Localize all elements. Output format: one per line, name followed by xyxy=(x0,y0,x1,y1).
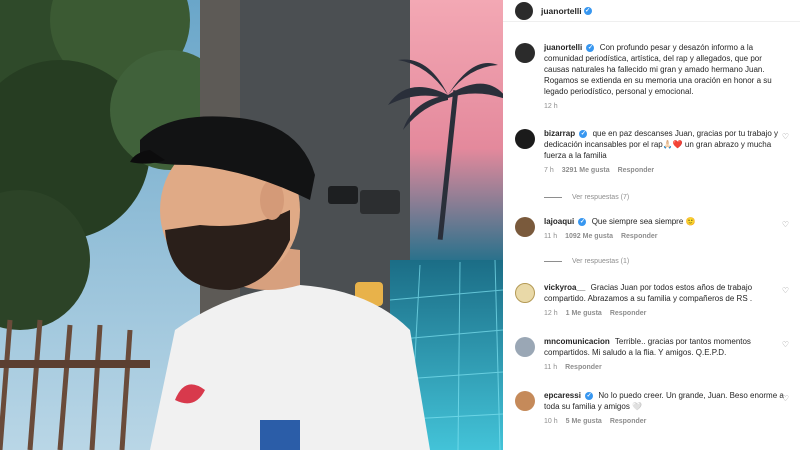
comment-item: bizarrap ✓ que en paz descanses Juan, gr… xyxy=(515,128,795,176)
comment-item: vickyroa__ Gracias Juan por todos estos … xyxy=(515,282,795,319)
author-avatar[interactable] xyxy=(515,43,535,63)
reply-button[interactable]: Responder xyxy=(621,231,658,242)
verified-badge-icon: ✓ xyxy=(578,217,587,226)
post-caption: juanortelli ✓ Con profundo pesar y desaz… xyxy=(515,42,795,112)
comment-username[interactable]: mncomunicacion xyxy=(544,337,610,346)
comments-panel: juanortelli ✓ juanortelli ✓ Con profundo … xyxy=(503,0,800,450)
post-photo xyxy=(0,0,503,450)
comment-text: Que siempre sea siempre 🙂 xyxy=(591,217,696,226)
commenter-avatar[interactable] xyxy=(515,337,535,357)
verified-badge-icon: ✓ xyxy=(579,129,588,138)
reply-button[interactable]: Responder xyxy=(618,165,655,176)
commenter-avatar[interactable] xyxy=(515,283,535,303)
comment-likes[interactable]: 5 Me gusta xyxy=(566,416,602,427)
heart-outline-icon[interactable]: ♡ xyxy=(782,340,789,349)
comment-username[interactable]: vickyroa__ xyxy=(544,283,585,292)
heart-outline-icon[interactable]: ♡ xyxy=(782,132,789,141)
caption-time: 12 h xyxy=(544,103,558,110)
comment-time: 11 h xyxy=(544,233,558,240)
post-header: juanortelli ✓ xyxy=(503,0,800,22)
reply-button[interactable]: Responder xyxy=(565,362,602,373)
view-replies-button[interactable]: Ver respuestas (7) xyxy=(544,194,629,201)
comment-likes[interactable]: 1092 Me gusta xyxy=(565,231,613,242)
author-avatar[interactable] xyxy=(515,1,533,20)
comment-item: epcaressi ✓ No lo puedo creer. Un grande… xyxy=(515,390,795,427)
comment-time: 12 h xyxy=(544,310,558,317)
comment-username[interactable]: lajoaqui ✓ xyxy=(544,217,587,226)
comment-likes[interactable]: 3291 Me gusta xyxy=(562,165,610,176)
comment-time: 11 h xyxy=(544,364,558,371)
comment-time: 7 h xyxy=(544,167,554,174)
reply-button[interactable]: Responder xyxy=(610,416,647,427)
comment-item: mncomunicacion Terrible.. gracias por ta… xyxy=(515,336,795,373)
verified-badge-icon: ✓ xyxy=(583,7,592,16)
view-replies-button[interactable]: Ver respuestas (1) xyxy=(544,258,629,265)
commenter-avatar[interactable] xyxy=(515,391,535,411)
author-username[interactable]: juanortelli ✓ xyxy=(541,6,592,16)
heart-outline-icon[interactable]: ♡ xyxy=(782,220,789,229)
verified-badge-icon: ✓ xyxy=(586,43,595,52)
reply-button[interactable]: Responder xyxy=(610,308,647,319)
comment-time: 10 h xyxy=(544,418,558,425)
heart-outline-icon[interactable]: ♡ xyxy=(782,286,789,295)
commenter-avatar[interactable] xyxy=(515,217,535,237)
comment-likes[interactable]: 1 Me gusta xyxy=(566,308,602,319)
caption-username[interactable]: juanortelli ✓ xyxy=(544,43,595,52)
comment-username[interactable]: epcaressi ✓ xyxy=(544,391,594,400)
post-photo-illustration xyxy=(0,0,503,450)
comment-item: lajoaqui ✓ Que siempre sea siempre 🙂 11 … xyxy=(515,216,795,242)
verified-badge-icon: ✓ xyxy=(585,391,594,400)
comment-username[interactable]: bizarrap ✓ xyxy=(544,129,588,138)
commenter-avatar[interactable] xyxy=(515,129,535,149)
heart-outline-icon[interactable]: ♡ xyxy=(782,394,789,403)
